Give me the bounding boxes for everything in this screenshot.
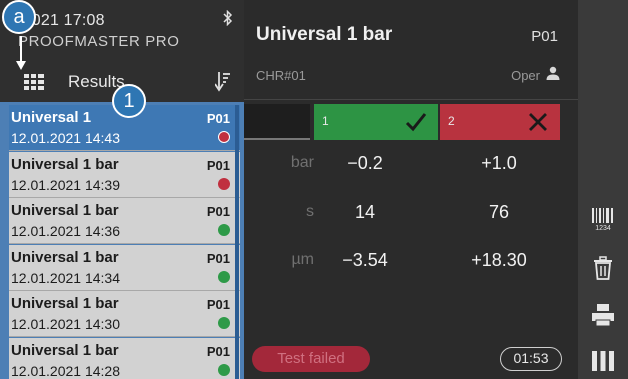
result-program: P01 bbox=[206, 204, 230, 219]
result-date: 12.01.2021 14:36 bbox=[11, 223, 120, 239]
lower-limit: −3.54 bbox=[342, 250, 388, 270]
unit-label: s bbox=[306, 203, 314, 220]
input-field[interactable] bbox=[244, 104, 310, 140]
lower-limit: −0.2 bbox=[347, 153, 383, 173]
result-program: P01 bbox=[206, 111, 230, 126]
svg-text:1234: 1234 bbox=[595, 225, 611, 231]
result-date: 12.01.2021 14:39 bbox=[11, 176, 120, 193]
callout-arrow bbox=[16, 36, 26, 70]
result-program: P01 bbox=[206, 297, 230, 312]
status-badge: Test failed bbox=[252, 346, 370, 372]
result-program: P01 bbox=[206, 343, 230, 359]
barcode-icon[interactable]: 1234 bbox=[591, 207, 615, 231]
result-row[interactable]: Universal 1 bar 12.01.2021 14:34 P01 bbox=[9, 244, 240, 291]
upper-limit: +18.30 bbox=[471, 250, 527, 270]
results-list-inner: Universal 1 12.01.2021 14:43 P01 Universal … bbox=[9, 105, 241, 379]
result-date: 12.01.2021 14:34 bbox=[11, 269, 120, 286]
status-dot bbox=[218, 224, 230, 236]
print-icon[interactable] bbox=[591, 303, 615, 327]
divider bbox=[244, 99, 578, 100]
result-program: P01 bbox=[206, 250, 230, 266]
result-name: Universal 1 bar bbox=[11, 202, 119, 219]
status-dot bbox=[218, 363, 230, 376]
columns-icon[interactable] bbox=[591, 349, 615, 373]
status-dot bbox=[218, 131, 230, 143]
results-list: Universal 1 12.01.2021 14:43 P01 Universal … bbox=[0, 102, 244, 379]
user-icon bbox=[546, 66, 560, 80]
result-row[interactable]: Universal 1 bar 12.01.2021 14:28 P01 bbox=[9, 337, 240, 379]
trash-icon[interactable] bbox=[591, 256, 615, 280]
result-name: Universal 1 bar bbox=[11, 295, 119, 312]
side-toolbar: 1234 bbox=[578, 0, 628, 379]
results-panel: .2021 17:08 PROOFMASTER PRO Results Univ… bbox=[0, 0, 244, 379]
status-dot bbox=[218, 317, 230, 329]
ok-counter-box[interactable]: 1 bbox=[314, 104, 438, 140]
callout-1: 1 bbox=[112, 84, 146, 118]
ok-count: 1 bbox=[322, 114, 329, 128]
upper-limit: +1.0 bbox=[481, 153, 517, 173]
operator-label: Oper bbox=[511, 68, 540, 83]
list-grid-icon[interactable] bbox=[24, 74, 44, 90]
app-screen: .2021 17:08 PROOFMASTER PRO Results Univ… bbox=[0, 0, 628, 379]
unit-label: bar bbox=[290, 154, 314, 171]
nok-count: 2 bbox=[448, 114, 455, 128]
result-row[interactable]: Universal 1 bar 12.01.2021 14:36 P01 bbox=[9, 198, 240, 244]
result-date: 12.01.2021 14:43 bbox=[11, 130, 120, 146]
close-icon bbox=[529, 113, 547, 131]
characteristic-label: CHR#01 bbox=[256, 68, 306, 83]
result-name: Universal 1 bar bbox=[11, 248, 119, 266]
nok-counter-box[interactable]: 2 bbox=[440, 104, 560, 140]
status-dot bbox=[218, 270, 230, 283]
detail-title: Universal 1 bar bbox=[256, 24, 393, 45]
bluetooth-icon bbox=[223, 10, 233, 26]
result-program: P01 bbox=[206, 157, 230, 173]
scrollbar[interactable] bbox=[235, 105, 239, 379]
result-name: Universal 1 bar bbox=[11, 155, 119, 173]
result-date: 12.01.2021 14:30 bbox=[11, 316, 120, 332]
callout-a: a bbox=[2, 0, 36, 34]
result-row[interactable]: Universal 1 bar 12.01.2021 14:30 P01 bbox=[9, 291, 240, 337]
sort-icon[interactable] bbox=[215, 70, 231, 92]
detail-program: P01 bbox=[531, 28, 558, 45]
lower-limit: 14 bbox=[354, 202, 376, 222]
result-name: Universal 1 bar bbox=[11, 341, 119, 359]
device-name: PROOFMASTER PRO bbox=[18, 33, 180, 50]
timer-badge: 01:53 bbox=[500, 347, 562, 371]
check-icon bbox=[405, 113, 427, 132]
detail-panel: Universal 1 bar P01 CHR#01 Oper 1 2 bar … bbox=[244, 0, 578, 379]
status-dot bbox=[218, 177, 230, 190]
upper-limit: 76 bbox=[488, 202, 510, 222]
result-name: Universal 1 bbox=[11, 109, 92, 126]
result-row[interactable]: Universal 1 bar 12.01.2021 14:39 P01 bbox=[9, 151, 240, 198]
unit-label: µm bbox=[291, 251, 314, 268]
result-date: 12.01.2021 14:28 bbox=[11, 362, 120, 379]
